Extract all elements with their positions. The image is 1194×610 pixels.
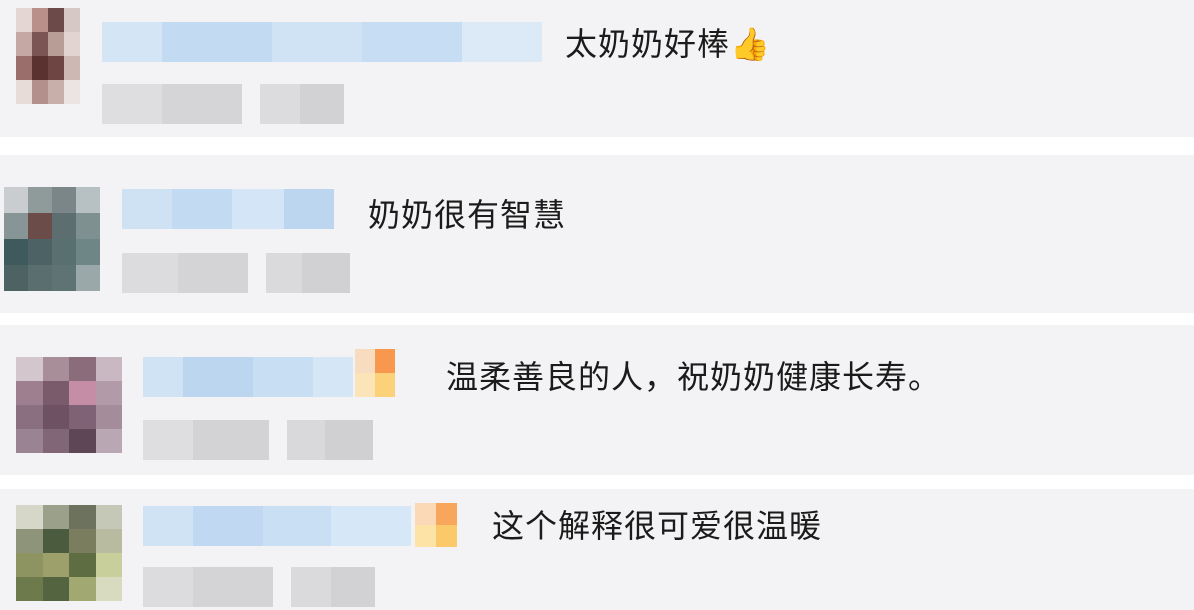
username-blurred[interactable] [143, 357, 353, 397]
comment-meta-blurred [143, 567, 375, 607]
comment-meta-blurred [122, 253, 350, 293]
username-blurred[interactable] [102, 22, 542, 62]
comment-meta-blurred [102, 84, 344, 124]
comment-card: 奶奶很有智慧 [0, 155, 1194, 313]
comment-text: 这个解释很可爱很温暖 [492, 507, 823, 545]
username-blurred[interactable] [122, 189, 334, 229]
user-badge-icon [355, 349, 395, 397]
avatar[interactable] [16, 357, 122, 453]
avatar[interactable] [4, 187, 100, 291]
username-blurred[interactable] [143, 506, 411, 546]
comment-text: 温柔善良的人，祝奶奶健康长寿。 [446, 358, 942, 396]
comment-list: 太奶奶好棒👍 奶奶很有智慧 温柔善良的人，祝奶奶健康长寿。 这个解释很可爱很温暖 [0, 0, 1194, 610]
user-badge-icon [415, 503, 457, 547]
comment-card: 温柔善良的人，祝奶奶健康长寿。 [0, 325, 1194, 475]
comment-card: 这个解释很可爱很温暖 [0, 489, 1194, 610]
comment-text: 太奶奶好棒👍 [565, 25, 771, 63]
comment-meta-blurred [143, 420, 373, 460]
comment-text: 奶奶很有智慧 [368, 196, 567, 234]
comment-card: 太奶奶好棒👍 [0, 0, 1194, 137]
avatar[interactable] [16, 505, 122, 601]
avatar[interactable] [16, 8, 80, 104]
